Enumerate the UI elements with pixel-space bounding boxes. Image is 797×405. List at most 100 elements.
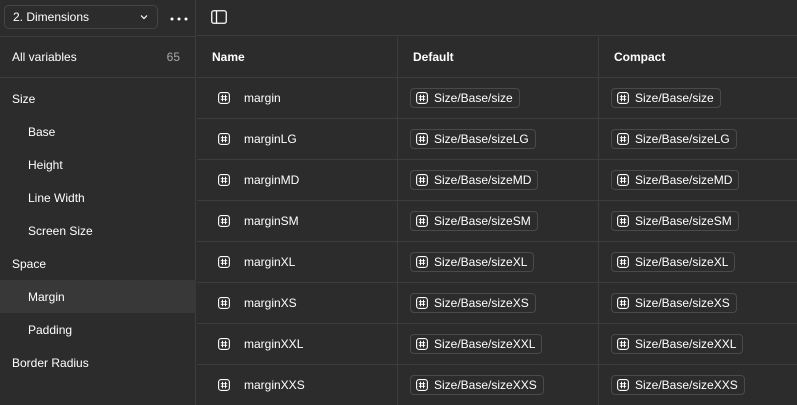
table-toolbar [197,0,797,36]
number-hash-icon [617,133,629,145]
alias-chip[interactable]: Size/Base/sizeLG [410,129,536,149]
number-hash-icon [217,337,231,351]
column-header-default[interactable]: Default [398,37,599,77]
group-item-size[interactable]: Size [0,82,196,115]
chevron-down-icon [139,12,149,22]
number-hash-icon [217,132,231,146]
variable-name-cell[interactable]: marginXXS [197,365,398,405]
table-row[interactable]: marginSM Size/Base/sizeSM Size/Base/size… [197,201,797,242]
number-hash-icon [217,91,231,105]
alias-label: Size/Base/sizeMD [635,173,733,187]
group-item-space[interactable]: Space [0,247,196,280]
number-hash-icon [416,133,428,145]
alias-chip[interactable]: Size/Base/sizeSM [611,211,739,231]
alias-label: Size/Base/size [434,91,513,105]
table-row[interactable]: marginXXS Size/Base/sizeXXS Size/Base/si… [197,365,797,405]
variable-name-cell[interactable]: marginXL [197,242,398,282]
table-header: Name Default Compact [197,37,797,78]
group-item-padding[interactable]: Padding [0,313,196,346]
alias-chip[interactable]: Size/Base/sizeXS [611,293,737,313]
alias-label: Size/Base/sizeMD [434,173,532,187]
table-row[interactable]: marginMD Size/Base/sizeMD Size/Base/size… [197,160,797,201]
variable-name-cell[interactable]: marginMD [197,160,398,200]
number-hash-icon [416,174,428,186]
alias-label: Size/Base/sizeXXL [635,337,737,351]
alias-label: Size/Base/sizeSM [635,214,732,228]
table-body: margin Size/Base/size Size/Base/size mar… [197,78,797,405]
alias-chip[interactable]: Size/Base/sizeXL [611,252,736,272]
number-hash-icon [416,379,428,391]
table-row[interactable]: marginXL Size/Base/sizeXL Size/Base/size… [197,242,797,283]
group-item-base[interactable]: Base [0,115,196,148]
alias-label: Size/Base/sizeXS [635,296,730,310]
variable-name-cell[interactable]: margin [197,78,398,118]
alias-chip[interactable]: Size/Base/size [410,88,520,108]
more-options-button[interactable] [168,8,190,26]
variable-name: marginXL [244,255,296,269]
column-header-name[interactable]: Name [197,37,398,77]
variable-name-cell[interactable]: marginSM [197,201,398,241]
group-item-border-radius[interactable]: Border Radius [0,346,196,379]
alias-chip[interactable]: Size/Base/sizeMD [611,170,740,190]
alias-label: Size/Base/sizeLG [635,132,730,146]
table-row[interactable]: margin Size/Base/size Size/Base/size [197,78,797,119]
all-variables-item[interactable]: All variables 65 [0,37,196,78]
alias-chip[interactable]: Size/Base/sizeXXS [410,375,544,395]
number-hash-icon [217,378,231,392]
variable-name: marginXXS [244,378,305,392]
alias-chip[interactable]: Size/Base/sizeXS [410,293,536,313]
sidebar-panel-icon [211,10,227,27]
default-value-cell[interactable]: Size/Base/size [398,78,599,118]
number-hash-icon [416,92,428,104]
alias-chip[interactable]: Size/Base/sizeXXS [611,375,745,395]
alias-chip[interactable]: Size/Base/sizeXXL [611,334,744,354]
alias-label: Size/Base/size [635,91,714,105]
default-value-cell[interactable]: Size/Base/sizeXXS [398,365,599,405]
alias-chip[interactable]: Size/Base/sizeSM [410,211,538,231]
variable-name-cell[interactable]: marginLG [197,119,398,159]
alias-label: Size/Base/sizeLG [434,132,529,146]
number-hash-icon [416,256,428,268]
default-value-cell[interactable]: Size/Base/sizeMD [398,160,599,200]
compact-value-cell[interactable]: Size/Base/size [599,78,797,118]
collection-dropdown[interactable]: 2. Dimensions [4,5,158,29]
alias-chip[interactable]: Size/Base/size [611,88,721,108]
compact-value-cell[interactable]: Size/Base/sizeXXL [599,324,797,364]
default-value-cell[interactable]: Size/Base/sizeXS [398,283,599,323]
variable-name: marginSM [244,214,299,228]
alias-chip[interactable]: Size/Base/sizeLG [611,129,737,149]
group-item-line-width[interactable]: Line Width [0,181,196,214]
group-item-screen-size[interactable]: Screen Size [0,214,196,247]
variable-name-cell[interactable]: marginXXL [197,324,398,364]
column-header-compact[interactable]: Compact [599,37,797,77]
group-item-margin[interactable]: Margin [0,280,196,313]
alias-chip[interactable]: Size/Base/sizeMD [410,170,539,190]
variable-name: marginXS [244,296,297,310]
compact-value-cell[interactable]: Size/Base/sizeXL [599,242,797,282]
variable-name: marginMD [244,173,300,187]
alias-chip[interactable]: Size/Base/sizeXL [410,252,535,272]
compact-value-cell[interactable]: Size/Base/sizeLG [599,119,797,159]
alias-chip[interactable]: Size/Base/sizeXXL [410,334,543,354]
number-hash-icon [617,215,629,227]
compact-value-cell[interactable]: Size/Base/sizeMD [599,160,797,200]
group-item-height[interactable]: Height [0,148,196,181]
table-row[interactable]: marginLG Size/Base/sizeLG Size/Base/size… [197,119,797,160]
table-row[interactable]: marginXS Size/Base/sizeXS Size/Base/size… [197,283,797,324]
number-hash-icon [416,215,428,227]
default-value-cell[interactable]: Size/Base/sizeXL [398,242,599,282]
variable-name-cell[interactable]: marginXS [197,283,398,323]
table-row[interactable]: marginXXL Size/Base/sizeXXL Size/Base/si… [197,324,797,365]
sidebar-toggle-button[interactable] [211,10,227,24]
default-value-cell[interactable]: Size/Base/sizeXXL [398,324,599,364]
number-hash-icon [416,338,428,350]
default-value-cell[interactable]: Size/Base/sizeSM [398,201,599,241]
compact-value-cell[interactable]: Size/Base/sizeSM [599,201,797,241]
alias-label: Size/Base/sizeXS [434,296,529,310]
alias-label: Size/Base/sizeXL [434,255,528,269]
group-list: Size Base Height Line Width Screen Size … [0,82,196,379]
compact-value-cell[interactable]: Size/Base/sizeXS [599,283,797,323]
compact-value-cell[interactable]: Size/Base/sizeXXS [599,365,797,405]
default-value-cell[interactable]: Size/Base/sizeLG [398,119,599,159]
number-hash-icon [217,255,231,269]
